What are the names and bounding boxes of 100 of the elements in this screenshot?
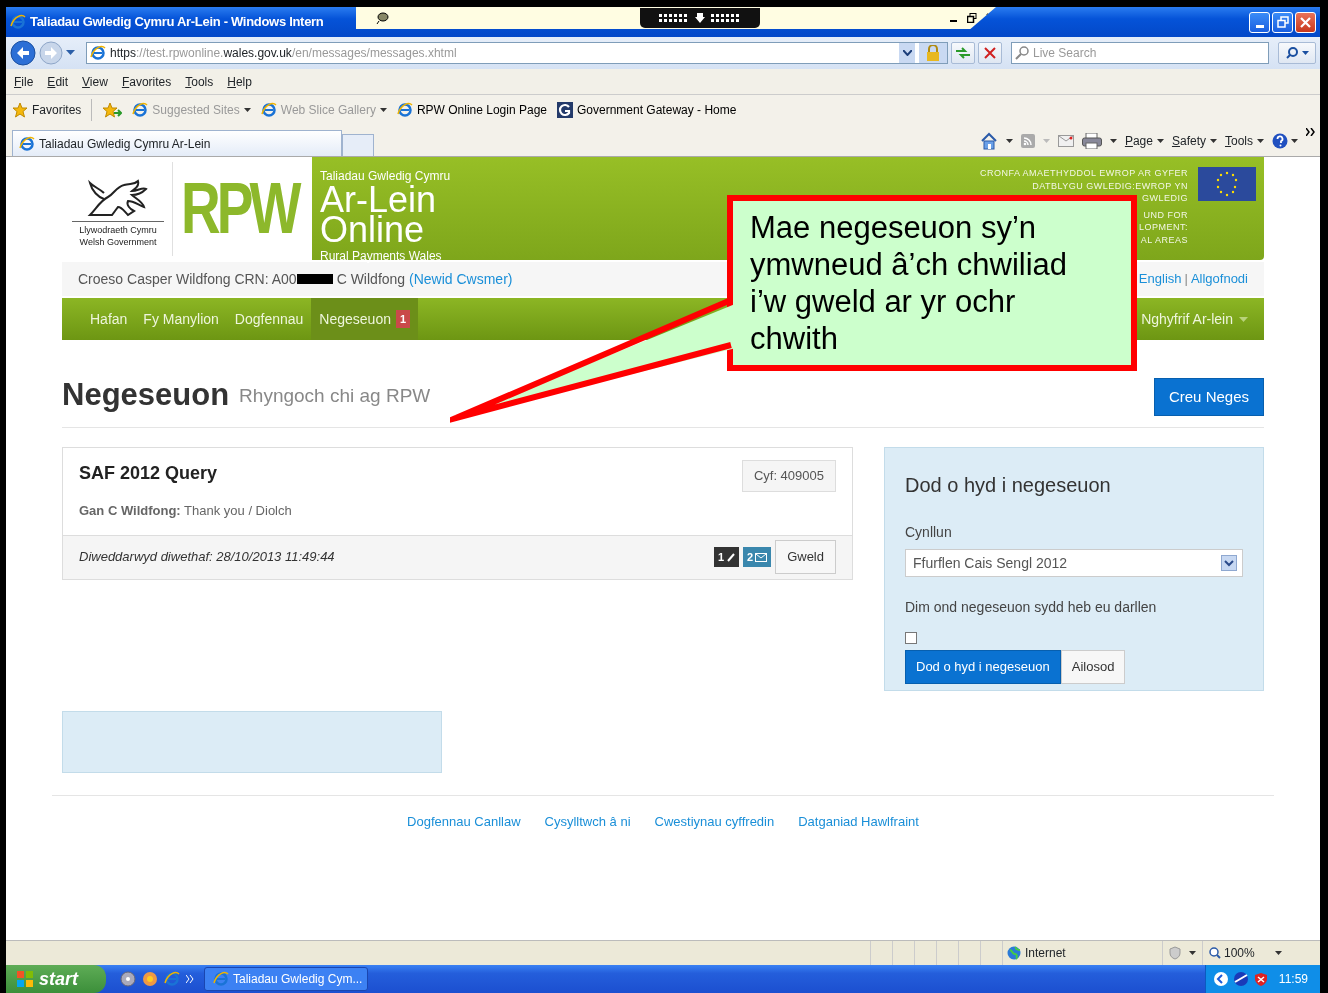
browser-logo-icon[interactable] [164,971,180,987]
service-title: Ar-Lein Online [320,185,437,245]
printer-icon[interactable] [1081,133,1102,149]
footer-link[interactable]: Dogfennau Canllaw [407,812,521,832]
window-title: Taliadau Gwledig Cymru Ar-Lein - Windows Intern [30,13,324,32]
favorites-button[interactable]: Favorites [12,101,82,119]
fund-text-line: LOPMENT: [1139,221,1188,234]
unread-checkbox[interactable] [905,632,917,645]
stop-button[interactable] [978,42,1002,64]
help-button[interactable] [1272,133,1298,149]
nav-tab[interactable]: Dogfennau [226,298,312,340]
change-customer-link[interactable]: (Newid Cwsmer) [409,270,513,287]
attachment-count: 1 [713,546,739,568]
command-menu[interactable]: Tools [1225,132,1264,150]
rpw-logo: RPW [181,172,298,245]
reference-number: Cyf: 409005 [741,460,836,492]
page-subtitle: Rhyngoch chi ag RPW [239,383,431,408]
menu-item[interactable]: File [14,72,34,91]
new-message-button[interactable]: Creu Neges [1153,377,1264,417]
caret-icon[interactable] [1109,139,1117,143]
url-text: https://test.rpwonline.wales.gov.uk/en/messages/messages.xhtml [110,45,457,62]
unread-count: 1 [395,309,411,329]
message-count: 2 [743,546,772,568]
link-separator: | [1184,270,1188,289]
caret-icon [1291,139,1298,143]
page-title: Negeseuon [62,376,230,414]
footer-link[interactable]: Cysylltwch â ni [544,812,631,832]
caret-icon [1189,951,1196,955]
scheme-select[interactable]: Ffurflen Cais Sengl 2012 [905,549,1243,578]
search-field[interactable]: Live Search [1011,42,1269,64]
minimize-button[interactable] [1249,11,1270,33]
page-icon [396,102,413,118]
page-icon [132,102,149,118]
menu-item[interactable]: Tools [185,72,214,91]
search-icon [1015,46,1029,60]
minimize-icon [1255,24,1264,28]
fund-text-line: DATBLYGU GWLEDIG:EWROP YN [1032,179,1188,192]
reset-button[interactable]: Ailosod [1060,650,1126,684]
refresh-button[interactable] [951,42,975,64]
nav-tab[interactable]: Fy Manylion [135,298,227,340]
search-placeholder: Live Search [1033,45,1097,62]
start-button[interactable]: start [6,965,106,993]
dropdown-caret-icon[interactable] [66,50,75,56]
nav-tab[interactable]: Hafan [82,298,136,340]
favorites-link[interactable]: RPW Online Login Page [396,101,547,119]
grip-icon [711,14,741,22]
favorites-link-label: RPW Online Login Page [416,102,547,119]
header-link[interactable]: Allgofnodi [1190,269,1248,289]
letter-g-icon [557,102,573,118]
caret-icon [1239,316,1248,322]
close-button[interactable] [1295,11,1316,33]
chevron-down-icon [1221,555,1237,572]
menu-item[interactable]: Favorites [121,72,172,91]
caret-icon [1210,139,1217,143]
fund-text-line: AL AREAS [1140,233,1188,246]
view-button[interactable]: Gweld [775,540,836,574]
command-menu[interactable]: Safety [1171,132,1217,150]
panel-title: Dod o hyd i negeseuon [905,473,1112,499]
restore-button[interactable] [1272,11,1293,33]
favorites-link-label: Government Gateway - Home [577,102,737,119]
government-name: Llywodraeth Cymru Welsh Government [72,220,164,249]
home-icon[interactable] [979,132,998,150]
browser-logo-icon [213,971,229,987]
footer-link[interactable]: Cwestiynau cyffredin [654,812,775,832]
checkbox-label: Dim ond negeseuon sydd heb eu darllen [905,598,1158,618]
menu-item[interactable]: View [82,72,108,91]
caret-icon [1275,951,1282,955]
disc-icon[interactable] [120,971,136,987]
tab-title: Taliadau Gwledig Cymru Ar-Lein [39,135,211,153]
search-button[interactable] [1278,42,1316,64]
add-favorite-icon[interactable] [102,102,123,118]
menu-item[interactable]: Edit [47,72,69,91]
pin-icon[interactable] [376,12,390,24]
footer-link[interactable]: Datganiad Hawlfraint [798,812,919,832]
shield-icon[interactable] [1253,972,1268,986]
chevron-left-icon[interactable] [1213,972,1228,986]
mail-icon[interactable] [1057,135,1074,147]
arrow-down-icon[interactable] [695,13,705,23]
caret-icon[interactable] [1005,139,1013,143]
account-menu[interactable]: Nghyfrif Ar-lein [1141,298,1264,340]
menu-item[interactable]: Help [227,72,252,91]
dropdown-button[interactable] [899,43,915,63]
favorites-link-label: Suggested Sites [152,102,240,119]
banner-subtitle: Rural Payments Wales [320,248,443,265]
search-icon [1285,47,1298,59]
back-button[interactable] [10,40,36,66]
search-button[interactable]: Dod o hyd i negeseuon [905,650,1061,684]
taskbar-window-button[interactable]: Taliadau Gwledig Cym... [204,967,368,991]
nav-tab[interactable]: Negeseuon 1 [311,298,419,340]
restore-icon[interactable] [967,13,977,23]
favorites-link[interactable]: Government Gateway - Home [557,101,737,119]
favorites-link-label: Web Slice Gallery [280,102,376,119]
chevron-right-icon[interactable] [1306,128,1316,136]
padlock-icon [926,45,940,61]
orb-icon[interactable] [142,971,158,987]
command-menu[interactable]: Page [1124,132,1164,150]
fund-text-line: GWLEDIG [1142,192,1188,205]
address-field[interactable]: https://test.rpwonline.wales.gov.uk/en/messages/messages.xhtml [86,42,948,64]
header-link[interactable]: English [1138,269,1182,289]
browser-tab[interactable]: Taliadau Gwledig Cymru Ar-Lein [12,130,342,156]
